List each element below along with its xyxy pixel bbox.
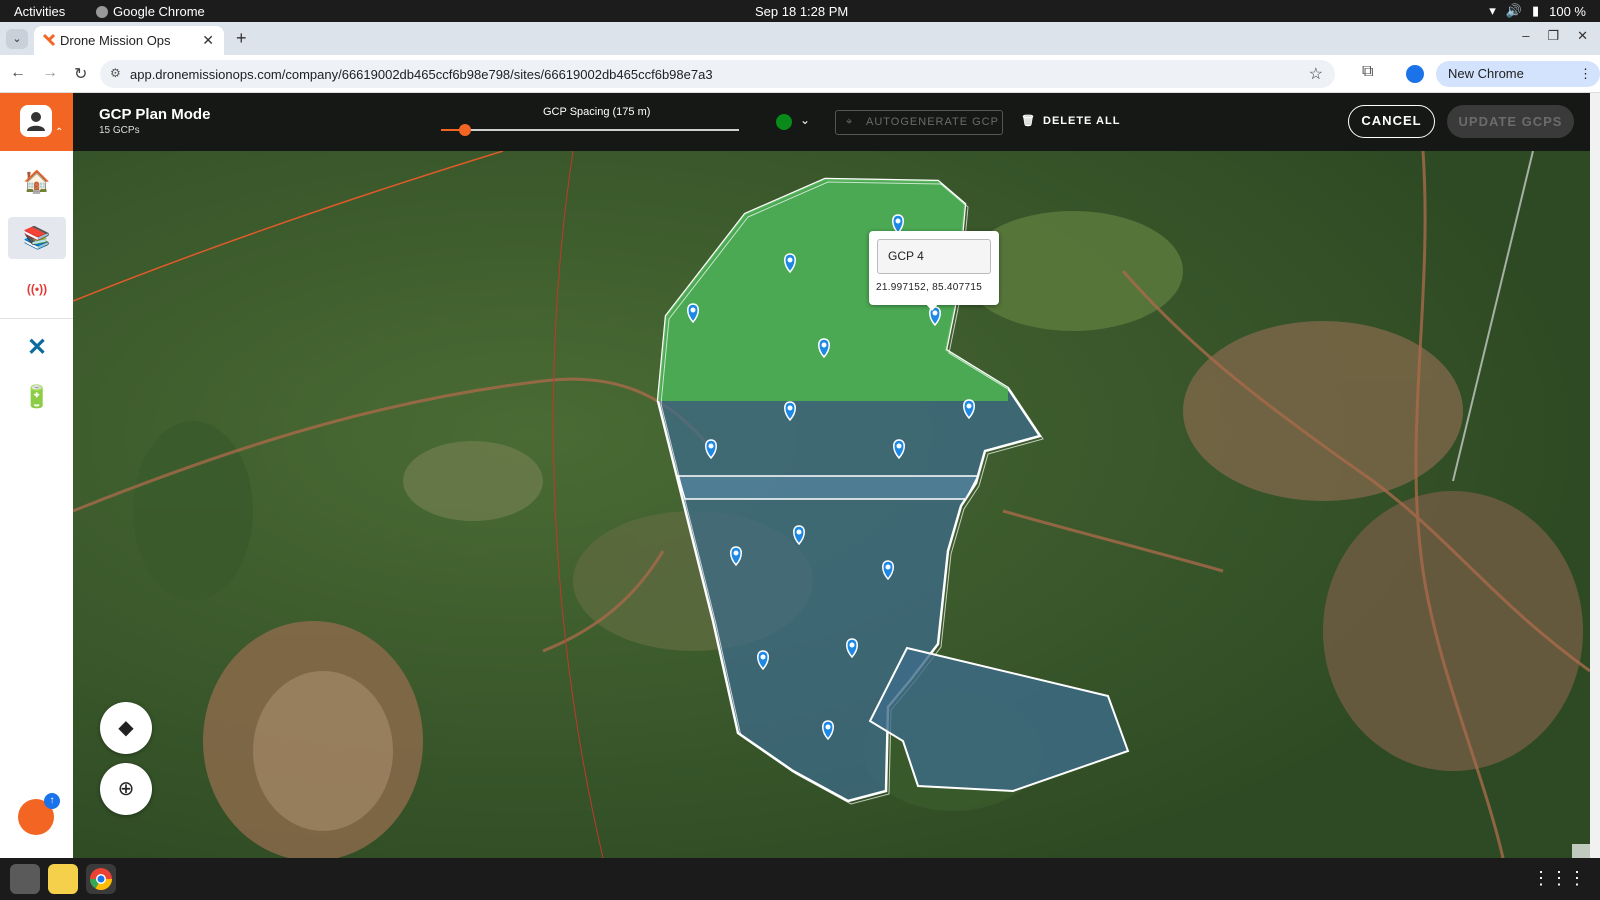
notes-app-icon[interactable] (48, 864, 78, 894)
new-chrome-button[interactable]: New Chrome available ⋮ (1436, 61, 1600, 107)
close-tab-icon[interactable]: ✕ (202, 32, 214, 49)
menu-dots-icon[interactable]: ⋮ (1579, 61, 1592, 87)
sidebar-item-batteries[interactable]: 🔋 (8, 376, 66, 418)
tab-title: Drone Mission Ops (60, 33, 171, 48)
chevron-down-icon[interactable]: ⌄ (800, 113, 810, 127)
trash-icon: 🗑 (1021, 115, 1036, 127)
update-gcps-button[interactable]: UPDATE GCPS (1447, 105, 1574, 138)
files-app-icon[interactable] (10, 864, 40, 894)
page-title: GCP Plan Mode (99, 106, 211, 123)
favicon-icon (42, 33, 56, 47)
battery-percent: 100 % (1549, 3, 1586, 19)
home-icon: 🏠 (23, 169, 51, 194)
site-info-icon[interactable]: ⚙ (110, 66, 121, 80)
gcp-spacing-label: GCP Spacing (175 m) (543, 106, 651, 118)
brand-header[interactable]: ⌃ (0, 93, 73, 151)
overlap-strip (676, 475, 980, 500)
app-root: GCP 4 21.997152, 85.407715 ◆ ⊕ GCP Plan … (0, 93, 1590, 858)
layers-icon: ◆ (118, 717, 134, 739)
toolbar: ← → ↻ ⚙ app.dronemissionops.com/company/… (0, 55, 1600, 107)
sidebar-item-drones[interactable]: ✕ (8, 326, 66, 368)
new-tab-button[interactable]: + (236, 28, 247, 49)
gcp-count: 15 GCPs (99, 125, 140, 136)
layers-button[interactable]: ◆ (100, 702, 152, 754)
wifi-icon: ▾ (1489, 3, 1496, 18)
os-top-bar: Activities Google Chrome Sep 18 1:28 PM … (0, 0, 1600, 22)
map-svg[interactable] (73, 151, 1590, 858)
volume-icon: 🔊 (1505, 3, 1522, 18)
system-tray[interactable]: ▾ 🔊 ▮ 100 % (1489, 3, 1586, 19)
sidebar-item-live[interactable]: ((•)) (8, 268, 66, 310)
chevron-down-icon: ⌄ (12, 33, 22, 45)
activities-button[interactable]: Activities (14, 4, 65, 19)
profile-avatar[interactable] (1406, 65, 1424, 83)
autogenerate-label: AUTOGENERATE GCP (866, 116, 999, 128)
window-controls: – ❐ ✕ (1522, 28, 1588, 44)
chrome-taskbar-icon[interactable] (86, 864, 116, 894)
extensions-icon[interactable]: ⧉ (1362, 63, 1373, 81)
status-indicator[interactable] (776, 114, 792, 130)
battery-icon: 🔋 (23, 384, 51, 409)
upload-badge-icon: ↑ (44, 793, 60, 809)
nav-buttons: ← → ↻ (10, 64, 87, 84)
os-taskbar: ⋮⋮⋮ (0, 858, 1600, 900)
cancel-button[interactable]: CANCEL (1348, 105, 1435, 138)
sidebar-item-sites[interactable]: 📚 (8, 217, 66, 259)
address-bar[interactable]: ⚙ app.dronemissionops.com/company/666190… (100, 60, 1335, 88)
minimize-icon[interactable]: – (1522, 28, 1529, 44)
autogenerate-gcp-button[interactable]: ⌖ AUTOGENERATE GCP (835, 110, 1003, 135)
forward-icon[interactable]: → (42, 64, 58, 84)
user-avatar[interactable] (20, 105, 52, 137)
expand-icon[interactable]: ⌃ (55, 127, 63, 138)
url-text[interactable]: app.dronemissionops.com/company/66619002… (130, 67, 713, 82)
chrome-logo-icon (90, 868, 112, 890)
crosshair-icon: ⊕ (117, 778, 135, 800)
browser-tab[interactable]: Drone Mission Ops ✕ (34, 26, 224, 55)
clock[interactable]: Sep 18 1:28 PM (755, 4, 848, 19)
gcp-spacing-slider[interactable] (441, 129, 739, 131)
tab-strip: ⌄ Drone Mission Ops ✕ + – ❐ ✕ (0, 22, 1600, 55)
maximize-icon[interactable]: ❐ (1547, 28, 1559, 44)
gcp-name-input[interactable]: GCP 4 (877, 239, 991, 274)
sidebar-divider (0, 318, 73, 319)
sidebar-item-home[interactable]: 🏠 (8, 161, 66, 203)
delete-all-label: DELETE ALL (1043, 115, 1121, 127)
back-icon[interactable]: ← (10, 64, 26, 84)
popup-tip (925, 303, 939, 311)
sites-icon: 📚 (23, 225, 51, 250)
sidebar: ⌃ 🏠 📚 ((•)) ✕ 🔋 ↑ (0, 93, 73, 858)
locate-button[interactable]: ⊕ (100, 763, 152, 815)
gcp-coordinates: 21.997152, 85.407715 (876, 282, 983, 293)
slider-thumb[interactable] (458, 124, 471, 136)
map-canvas[interactable]: GCP 4 21.997152, 85.407715 ◆ ⊕ (73, 151, 1590, 858)
brand-logo[interactable]: ↑ (18, 793, 60, 835)
bookmark-star-icon[interactable]: ☆ (1309, 64, 1323, 84)
app-name: Google Chrome (113, 4, 205, 19)
app-menu[interactable]: Google Chrome (96, 4, 205, 19)
drone-icon: ✕ (26, 333, 48, 361)
battery-status-icon: ▮ (1531, 3, 1540, 18)
chrome-icon (96, 5, 108, 18)
close-window-icon[interactable]: ✕ (1577, 28, 1588, 44)
page-scrollbar[interactable] (1590, 93, 1600, 858)
app-launcher-icon[interactable]: ⋮⋮⋮ (1532, 868, 1586, 889)
gcp-popup: GCP 4 21.997152, 85.407715 (869, 231, 999, 311)
gcp-plan-header: GCP Plan Mode 15 GCPs GCP Spacing (175 m… (73, 93, 1590, 151)
pin-icon: ⌖ (846, 116, 854, 128)
live-icon: ((•)) (26, 282, 48, 296)
tab-search-button[interactable]: ⌄ (6, 29, 28, 49)
user-icon (27, 112, 45, 131)
reload-icon[interactable]: ↻ (74, 64, 87, 84)
map-attribution[interactable] (1572, 844, 1590, 858)
